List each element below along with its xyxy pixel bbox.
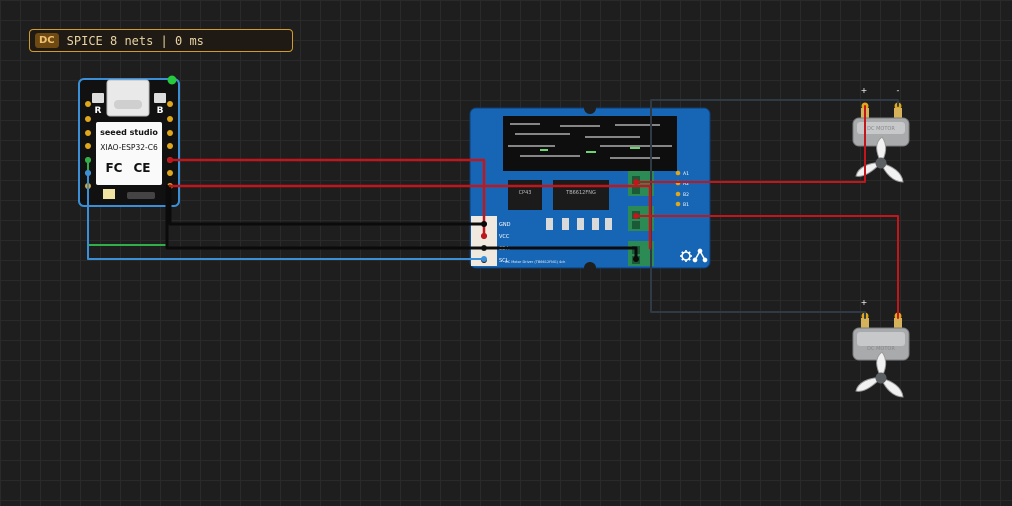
board-model: XIAO-ESP32-C6	[100, 143, 158, 152]
reset-button-label: R	[95, 106, 102, 116]
power-led	[167, 75, 177, 85]
pin-label-gnd: GND	[499, 222, 511, 228]
motor-1-plus-label: +	[861, 86, 868, 95]
board-brand: seeed studio	[100, 128, 158, 137]
reset-button[interactable]	[92, 93, 104, 103]
driver-chip-right-label: TB6612FNG	[565, 190, 596, 196]
wire-black-gnd-1[interactable]	[168, 184, 486, 226]
motor-2-label: DC MOTOR	[867, 346, 895, 352]
out-label-b2: B2	[683, 192, 689, 198]
fcc-mark: FC	[105, 161, 122, 175]
driver-chip-left-label: CP43	[519, 190, 532, 196]
out-label-b1: B1	[683, 202, 689, 208]
out-label-a1: A1	[683, 171, 689, 177]
boot-button-label: B	[157, 106, 164, 116]
circuit-canvas[interactable]: R B seeed studio XIAO-ESP32-C6 FC CE CP4…	[0, 0, 1012, 506]
driver-caption: DC Motor Driver (TB6612FNG) 4ch	[505, 260, 565, 264]
usb-c-connector	[106, 79, 150, 117]
motor-2-plus-label: +	[861, 298, 868, 307]
ce-mark: CE	[133, 161, 150, 175]
motor-1-label: DC MOTOR	[867, 126, 895, 132]
xiao-esp32-c6-board[interactable]: R B seeed studio XIAO-ESP32-C6 FC CE	[78, 75, 180, 207]
pin-label-vcc: VCC	[499, 234, 510, 240]
motor-1-minus-label: -	[897, 86, 900, 95]
